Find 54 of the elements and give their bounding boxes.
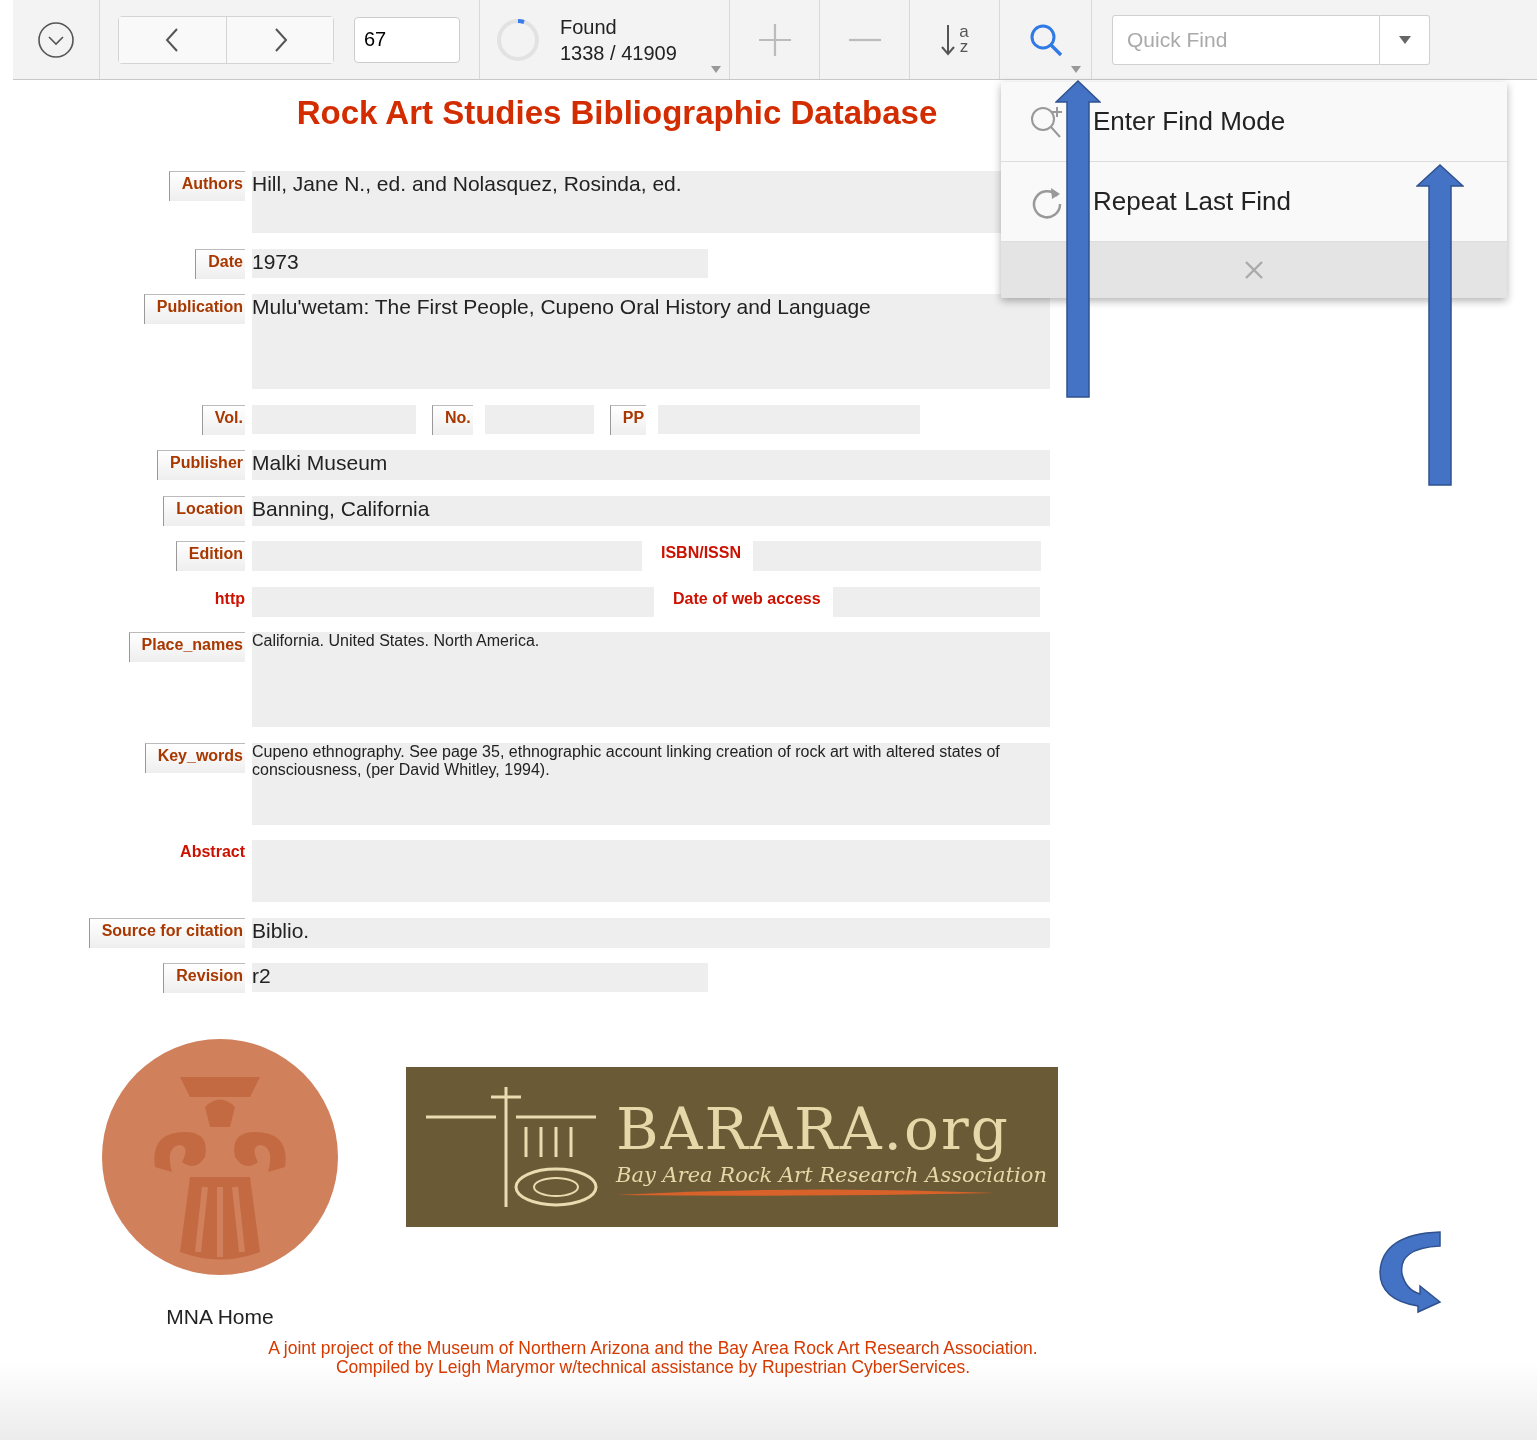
form-field[interactable]: Banning, California: [252, 495, 1050, 526]
up-arrow-icon: [1416, 164, 1464, 486]
field-label: Authors: [168, 171, 245, 201]
dropdown-button[interactable]: [1380, 14, 1430, 65]
progress-ring-icon: [496, 17, 540, 62]
field-label: Source for citation: [88, 917, 245, 948]
barara-logo-banner[interactable]: BARARA.org Bay Area Rock Art Research Association: [406, 1067, 1058, 1227]
found-count: 1338 / 41909: [560, 40, 677, 66]
form-field[interactable]: Malki Museum: [252, 450, 1050, 480]
field-label: Publication: [143, 294, 245, 324]
form-field[interactable]: Mulu'wetam: The First People, Cupeno Oral History and Language: [252, 294, 1050, 389]
close-icon[interactable]: [1244, 260, 1264, 280]
field-label: http: [213, 588, 245, 609]
credits-text: A joint project of the Museum of Northern Arizona and the Bay Area Rock Art Research Association.: [268, 1339, 1038, 1358]
curved-arrow-icon: [1378, 1230, 1444, 1314]
caret-icon[interactable]: [711, 66, 721, 73]
field-label: Revision: [163, 963, 245, 993]
caret-icon[interactable]: [1071, 66, 1081, 73]
form-field[interactable]: Cupeno ethnography. See page 35, ethnographic account linking creation of rock art with altered states of consciousness, (per David Whitley, 1994).: [252, 742, 1050, 825]
field-label: PP: [609, 404, 647, 435]
next-record-button[interactable]: [226, 16, 333, 63]
field-label: Date: [195, 248, 245, 279]
sort-button[interactable]: a z: [940, 23, 969, 56]
caret-icon: [1398, 35, 1411, 44]
field-label: No.: [432, 404, 473, 435]
form-field[interactable]: California. United States. North America.: [252, 632, 1050, 727]
field-label: Key_words: [144, 742, 245, 773]
record-number-field[interactable]: 67: [354, 16, 460, 63]
form-field[interactable]: 1973: [252, 248, 708, 278]
found-label: Found: [560, 14, 618, 40]
form-field[interactable]: r2: [252, 963, 708, 992]
sort-letter: a: [959, 23, 969, 39]
field-label: ISBN/ISSN: [660, 543, 741, 563]
credits-text: Compiled by Leigh Marymor w/technical assistance by Rupestrian CyberServices.: [335, 1358, 971, 1377]
field-label: Abstract: [179, 842, 245, 862]
page-title: Rock Art Studies Bibliographic Database: [296, 94, 938, 132]
minus-button[interactable]: [846, 37, 883, 42]
form-field[interactable]: Biblio.: [252, 917, 1050, 948]
museum-emblem-drawing[interactable]: [100, 1037, 340, 1277]
quick-find-field[interactable]: Quick Find: [1112, 14, 1380, 65]
field-label: Edition: [175, 541, 245, 571]
logo-tagline: Bay Area Rock Art Research Association: [616, 1163, 1047, 1187]
search-button[interactable]: [1028, 22, 1063, 57]
mna-home-link[interactable]: MNA Home: [166, 1305, 274, 1329]
field-label: Place_names: [128, 632, 245, 662]
field-label: Publisher: [157, 450, 245, 480]
field-label: Location: [163, 495, 245, 526]
down-arrow-icon: [940, 23, 957, 56]
add-button[interactable]: [756, 21, 793, 58]
field-label: Vol.: [201, 404, 245, 435]
field-label: Date of web access: [672, 588, 821, 609]
logo-name: BARARA.org: [616, 1095, 1011, 1163]
sort-letter: z: [959, 38, 969, 54]
chevron-down-button[interactable]: [37, 20, 75, 59]
